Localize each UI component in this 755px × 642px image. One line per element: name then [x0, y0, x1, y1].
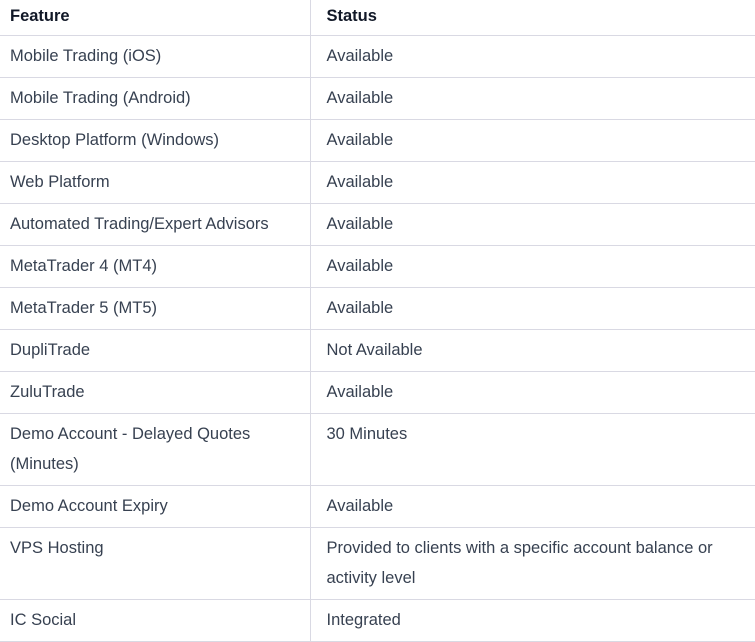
feature-cell: ZuluTrade — [0, 371, 310, 414]
table-row: Demo Account - Delayed Quotes (Minutes) … — [0, 413, 755, 486]
table-header: Feature Status — [0, 0, 755, 36]
status-cell: Integrated — [309, 599, 755, 642]
feature-cell: Mobile Trading (Android) — [0, 77, 310, 120]
header-row: Feature Status — [0, 0, 755, 36]
status-cell: Available — [309, 119, 755, 162]
table-body: Mobile Trading (iOS) Available Mobile Tr… — [0, 35, 755, 642]
status-cell: 30 Minutes — [309, 413, 755, 486]
feature-cell: IC Social — [0, 599, 310, 642]
status-cell: Available — [309, 77, 755, 120]
table-row: ZuluTrade Available — [0, 371, 755, 414]
feature-cell: MetaTrader 5 (MT5) — [0, 287, 310, 330]
status-cell: Not Available — [309, 329, 755, 372]
feature-cell: Demo Account - Delayed Quotes (Minutes) — [0, 413, 310, 486]
status-cell: Available — [309, 371, 755, 414]
status-cell: Provided to clients with a specific acco… — [309, 527, 755, 600]
table-row: Mobile Trading (Android) Available — [0, 77, 755, 120]
feature-cell: Web Platform — [0, 161, 310, 204]
feature-cell: DupliTrade — [0, 329, 310, 372]
status-cell: Available — [309, 161, 755, 204]
table-row: Mobile Trading (iOS) Available — [0, 35, 755, 78]
status-cell: Available — [309, 287, 755, 330]
table-row: MetaTrader 4 (MT4) Available — [0, 245, 755, 288]
table-row: DupliTrade Not Available — [0, 329, 755, 372]
table-row: IC Social Integrated — [0, 599, 755, 642]
header-status: Status — [309, 0, 755, 36]
table-row: Automated Trading/Expert Advisors Availa… — [0, 203, 755, 246]
feature-status-table: Feature Status Mobile Trading (iOS) Avai… — [0, 0, 755, 642]
table-row: Web Platform Available — [0, 161, 755, 204]
feature-cell: Desktop Platform (Windows) — [0, 119, 310, 162]
feature-cell: Demo Account Expiry — [0, 485, 310, 528]
status-cell: Available — [309, 485, 755, 528]
table-row: MetaTrader 5 (MT5) Available — [0, 287, 755, 330]
header-feature: Feature — [0, 0, 310, 36]
status-cell: Available — [309, 245, 755, 288]
table-row: Desktop Platform (Windows) Available — [0, 119, 755, 162]
table-row: Demo Account Expiry Available — [0, 485, 755, 528]
feature-cell: MetaTrader 4 (MT4) — [0, 245, 310, 288]
table-row: VPS Hosting Provided to clients with a s… — [0, 527, 755, 600]
feature-cell: Mobile Trading (iOS) — [0, 35, 310, 78]
status-cell: Available — [309, 203, 755, 246]
feature-cell: VPS Hosting — [0, 527, 310, 600]
feature-cell: Automated Trading/Expert Advisors — [0, 203, 310, 246]
status-cell: Available — [309, 35, 755, 78]
